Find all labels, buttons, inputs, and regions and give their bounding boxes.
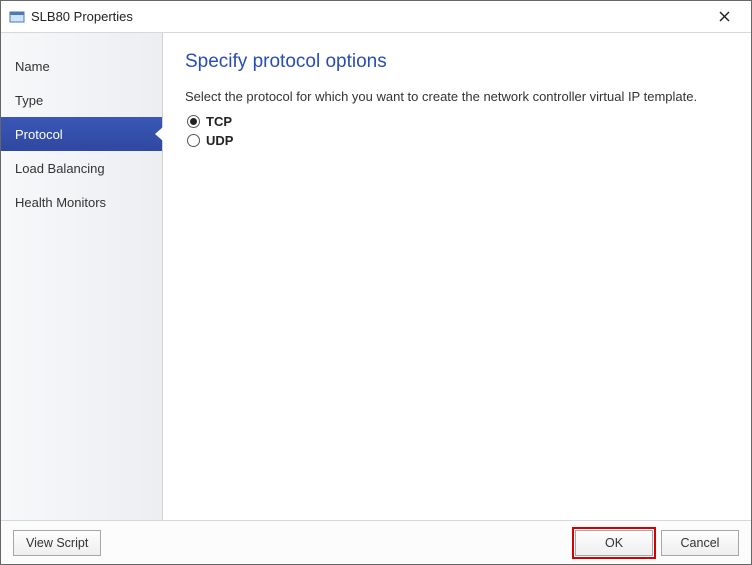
sidebar-item-load-balancing[interactable]: Load Balancing xyxy=(1,151,162,185)
protocol-option-tcp[interactable]: TCP xyxy=(185,114,727,129)
sidebar-item-label: Load Balancing xyxy=(15,161,105,176)
protocol-option-udp[interactable]: UDP xyxy=(185,133,727,148)
sidebar-item-health-monitors[interactable]: Health Monitors xyxy=(1,185,162,219)
cancel-button[interactable]: Cancel xyxy=(661,530,739,556)
sidebar-item-label: Type xyxy=(15,93,43,108)
button-label: OK xyxy=(605,536,623,550)
sidebar-item-protocol[interactable]: Protocol xyxy=(1,117,162,151)
view-script-button[interactable]: View Script xyxy=(13,530,101,556)
close-icon[interactable] xyxy=(703,2,745,32)
dialog-footer: View Script OK Cancel xyxy=(1,520,751,564)
sidebar-item-label: Name xyxy=(15,59,50,74)
sidebar-item-label: Health Monitors xyxy=(15,195,106,210)
ok-button[interactable]: OK xyxy=(575,530,653,556)
button-label: Cancel xyxy=(681,536,720,550)
radio-icon xyxy=(187,115,200,128)
content-pane: Specify protocol options Select the prot… xyxy=(163,33,751,520)
sidebar-item-name[interactable]: Name xyxy=(1,49,162,83)
window-title: SLB80 Properties xyxy=(31,9,133,24)
instruction-text: Select the protocol for which you want t… xyxy=(185,89,727,104)
dialog-window: SLB80 Properties Name Type Protocol Load… xyxy=(0,0,752,565)
radio-label: UDP xyxy=(206,133,233,148)
sidebar-item-type[interactable]: Type xyxy=(1,83,162,117)
sidebar-item-label: Protocol xyxy=(15,127,63,142)
page-heading: Specify protocol options xyxy=(185,51,727,73)
radio-icon xyxy=(187,134,200,147)
dialog-body: Name Type Protocol Load Balancing Health… xyxy=(1,33,751,520)
radio-label: TCP xyxy=(206,114,232,129)
titlebar: SLB80 Properties xyxy=(1,1,751,33)
button-label: View Script xyxy=(26,536,88,550)
sidebar: Name Type Protocol Load Balancing Health… xyxy=(1,33,163,520)
app-icon xyxy=(9,9,25,25)
